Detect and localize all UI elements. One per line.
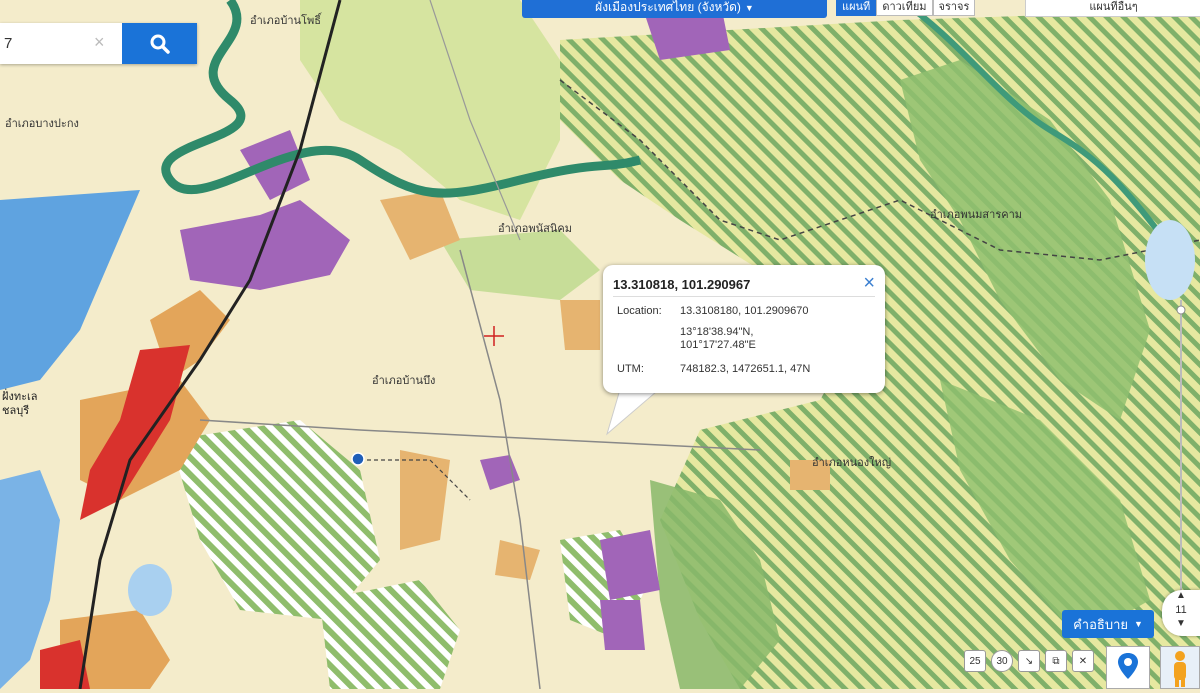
map-canvas[interactable]: อำเภอบางปะกง อำเภอบ้านโพธิ์ อำเภอพนมสารค…: [0, 0, 1200, 689]
chevron-up-icon[interactable]: ▲: [1162, 590, 1200, 602]
label-phanat-nikhom: อำเภอพนัสนิคม: [498, 222, 572, 235]
zoom-level: 11: [1175, 604, 1187, 616]
popup-divider: [613, 296, 875, 297]
coordinate-popup: 13.310818, 101.290967 × Location: 13.310…: [603, 265, 885, 393]
streetview-button[interactable]: [1160, 646, 1200, 689]
search-bar: ×: [0, 23, 197, 64]
label-ban-pho: อำเภอบ้านโพธิ์: [250, 12, 323, 27]
scale-tool-button[interactable]: 25: [964, 650, 986, 672]
popup-tail: [606, 386, 663, 436]
utm-label: UTM:: [617, 363, 644, 375]
label-chonburi: ชลบุรี: [2, 404, 29, 417]
label-phanom-sarakham: อำเภอพนมสารคาม: [930, 208, 1022, 221]
copy-tool-button[interactable]: ⧉: [1045, 650, 1067, 672]
location-dms-lat: 13°18'38.94"N,: [680, 326, 754, 338]
label-ban-bueng: อำเภอบ้านบึง: [372, 374, 435, 387]
map-type-map-button[interactable]: แผนที่: [836, 0, 877, 16]
label-sea: ฝั่งทะเล: [2, 388, 37, 403]
clear-icon[interactable]: ×: [94, 32, 105, 52]
search-button[interactable]: [122, 23, 197, 64]
route-tool-button[interactable]: ↘: [1018, 650, 1040, 672]
label-nong-yai: อำเภอหนองใหญ่: [812, 456, 891, 469]
layer-select-label: ผังเมืองประเทศไทย (จังหวัด): [595, 0, 741, 14]
location-dms-lon: 101°17'27.48"E: [680, 339, 756, 351]
close-icon[interactable]: ×: [863, 273, 875, 293]
chevron-down-icon[interactable]: ▼: [1162, 618, 1200, 630]
layer-select-dropdown[interactable]: ผังเมืองประเทศไทย (จังหวัด) ▼: [522, 0, 827, 18]
location-label: Location:: [617, 305, 662, 317]
location-pin-icon: [1118, 653, 1138, 679]
my-location-button[interactable]: [1106, 646, 1150, 689]
utm-value: 748182.3, 1472651.1, 47N: [680, 363, 811, 375]
reservoir: [128, 564, 172, 616]
zoom-control[interactable]: ▲ 11 ▼: [1162, 590, 1200, 636]
map-type-satellite-button[interactable]: ดาวเทียม: [876, 0, 933, 16]
reservoir-2: [1145, 220, 1195, 300]
clear-tool-button[interactable]: ✕: [1072, 650, 1094, 672]
legend-button[interactable]: คำอธิบาย ▼: [1062, 610, 1154, 638]
measure-tool-button[interactable]: 30: [991, 650, 1013, 672]
pegman-icon: [1174, 651, 1186, 687]
industrial-zone-4: [600, 530, 660, 600]
chevron-down-icon: ▼: [1134, 619, 1143, 629]
chevron-down-icon: ▼: [744, 3, 754, 13]
location-decimal: 13.3108180, 101.2909670: [680, 305, 809, 317]
zoom-slider[interactable]: [1176, 300, 1186, 590]
popup-title: 13.310818, 101.290967: [613, 277, 751, 292]
urban-zone-8: [560, 300, 600, 350]
label-bang-pakong: อำเภอบางปะกง: [5, 117, 79, 130]
map-type-traffic-button[interactable]: จราจร: [932, 0, 976, 16]
other-maps-dropdown[interactable]: แผนที่อื่นๆ: [1025, 0, 1200, 17]
map-type-buttons: แผนที่ ดาวเทียม จราจร: [836, 0, 976, 16]
legend-button-label: คำอธิบาย: [1073, 616, 1128, 632]
search-icon: [150, 34, 170, 54]
poi-icon: [351, 452, 365, 466]
industrial-zone-6: [600, 600, 645, 650]
